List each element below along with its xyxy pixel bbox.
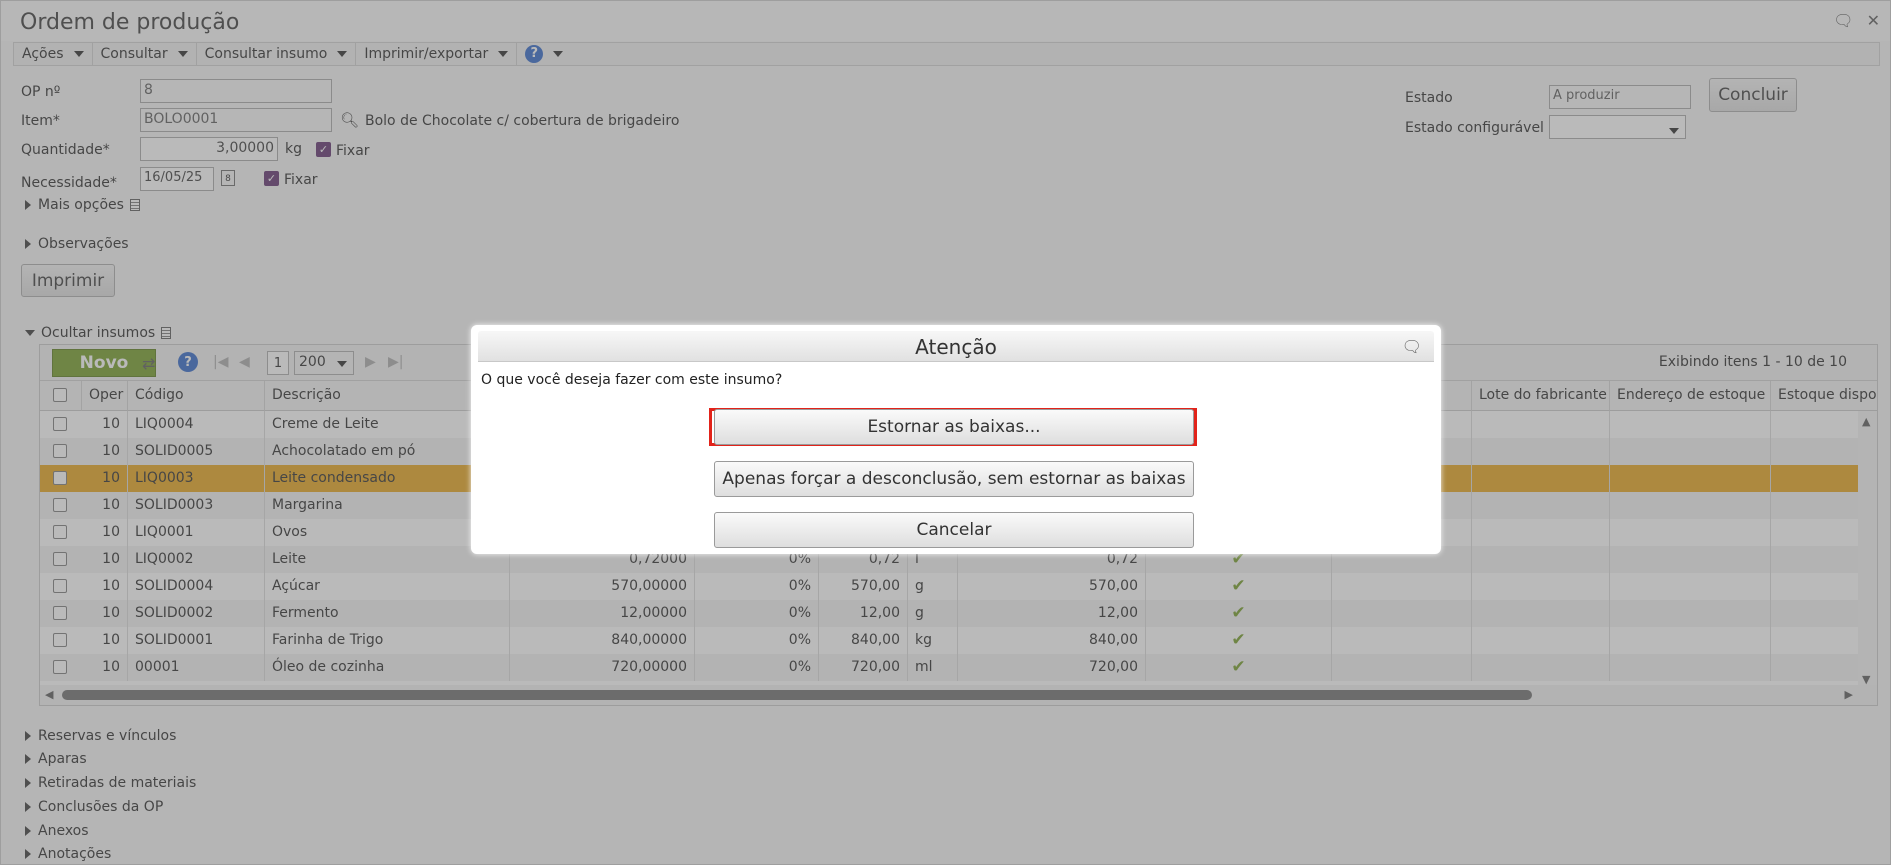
- estornar-baixas-button[interactable]: Estornar as baixas...: [714, 409, 1194, 445]
- forcar-desconclusao-button[interactable]: Apenas forçar a desconclusão, sem estorn…: [714, 461, 1194, 497]
- attention-dialog: Atenção 🗨 O que você deseja fazer com es…: [471, 325, 1441, 554]
- cancelar-button[interactable]: Cancelar: [714, 512, 1194, 548]
- dialog-title: Atenção: [915, 335, 997, 359]
- dialog-message: O que você deseja fazer com este insumo?: [481, 372, 783, 388]
- dialog-header: Atenção 🗨: [478, 331, 1434, 362]
- chat-icon[interactable]: 🗨: [1402, 337, 1422, 356]
